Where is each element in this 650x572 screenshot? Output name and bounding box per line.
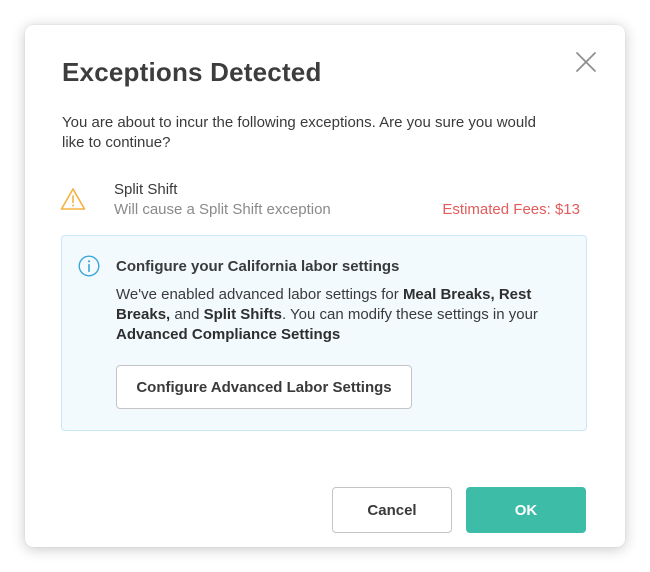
cancel-button[interactable]: Cancel [332, 487, 452, 533]
info-body-part: and [170, 306, 204, 323]
ok-button[interactable]: OK [466, 487, 586, 533]
labor-settings-info-box: Configure your California labor settings… [61, 235, 587, 431]
dialog-intro-text: You are about to incur the following exc… [62, 114, 536, 151]
info-title: Configure your California labor settings [116, 258, 400, 275]
warning-triangle-icon [60, 188, 86, 210]
info-body-bold-advanced-compliance: Advanced Compliance Settings [116, 326, 341, 343]
exceptions-dialog: Exceptions Detected You are about to inc… [25, 25, 625, 547]
estimated-fee: Estimated Fees: $13 [442, 201, 580, 218]
exception-description: Will cause a Split Shift exception [114, 201, 331, 218]
close-icon[interactable] [573, 49, 599, 75]
exception-name: Split Shift [114, 181, 178, 198]
info-body-text: We've enabled advanced labor settings fo… [116, 285, 578, 345]
info-body-part: We've enabled advanced labor settings fo… [116, 286, 403, 303]
info-body-part: . You can modify these settings in your [281, 306, 538, 323]
info-circle-icon [78, 255, 100, 277]
info-body-bold-split-shifts: Split Shifts [203, 306, 282, 323]
exception-item: Split Shift Will cause a Split Shift exc… [60, 181, 580, 221]
dialog-title: Exceptions Detected [62, 57, 322, 87]
configure-advanced-labor-settings-button[interactable]: Configure Advanced Labor Settings [116, 365, 412, 409]
